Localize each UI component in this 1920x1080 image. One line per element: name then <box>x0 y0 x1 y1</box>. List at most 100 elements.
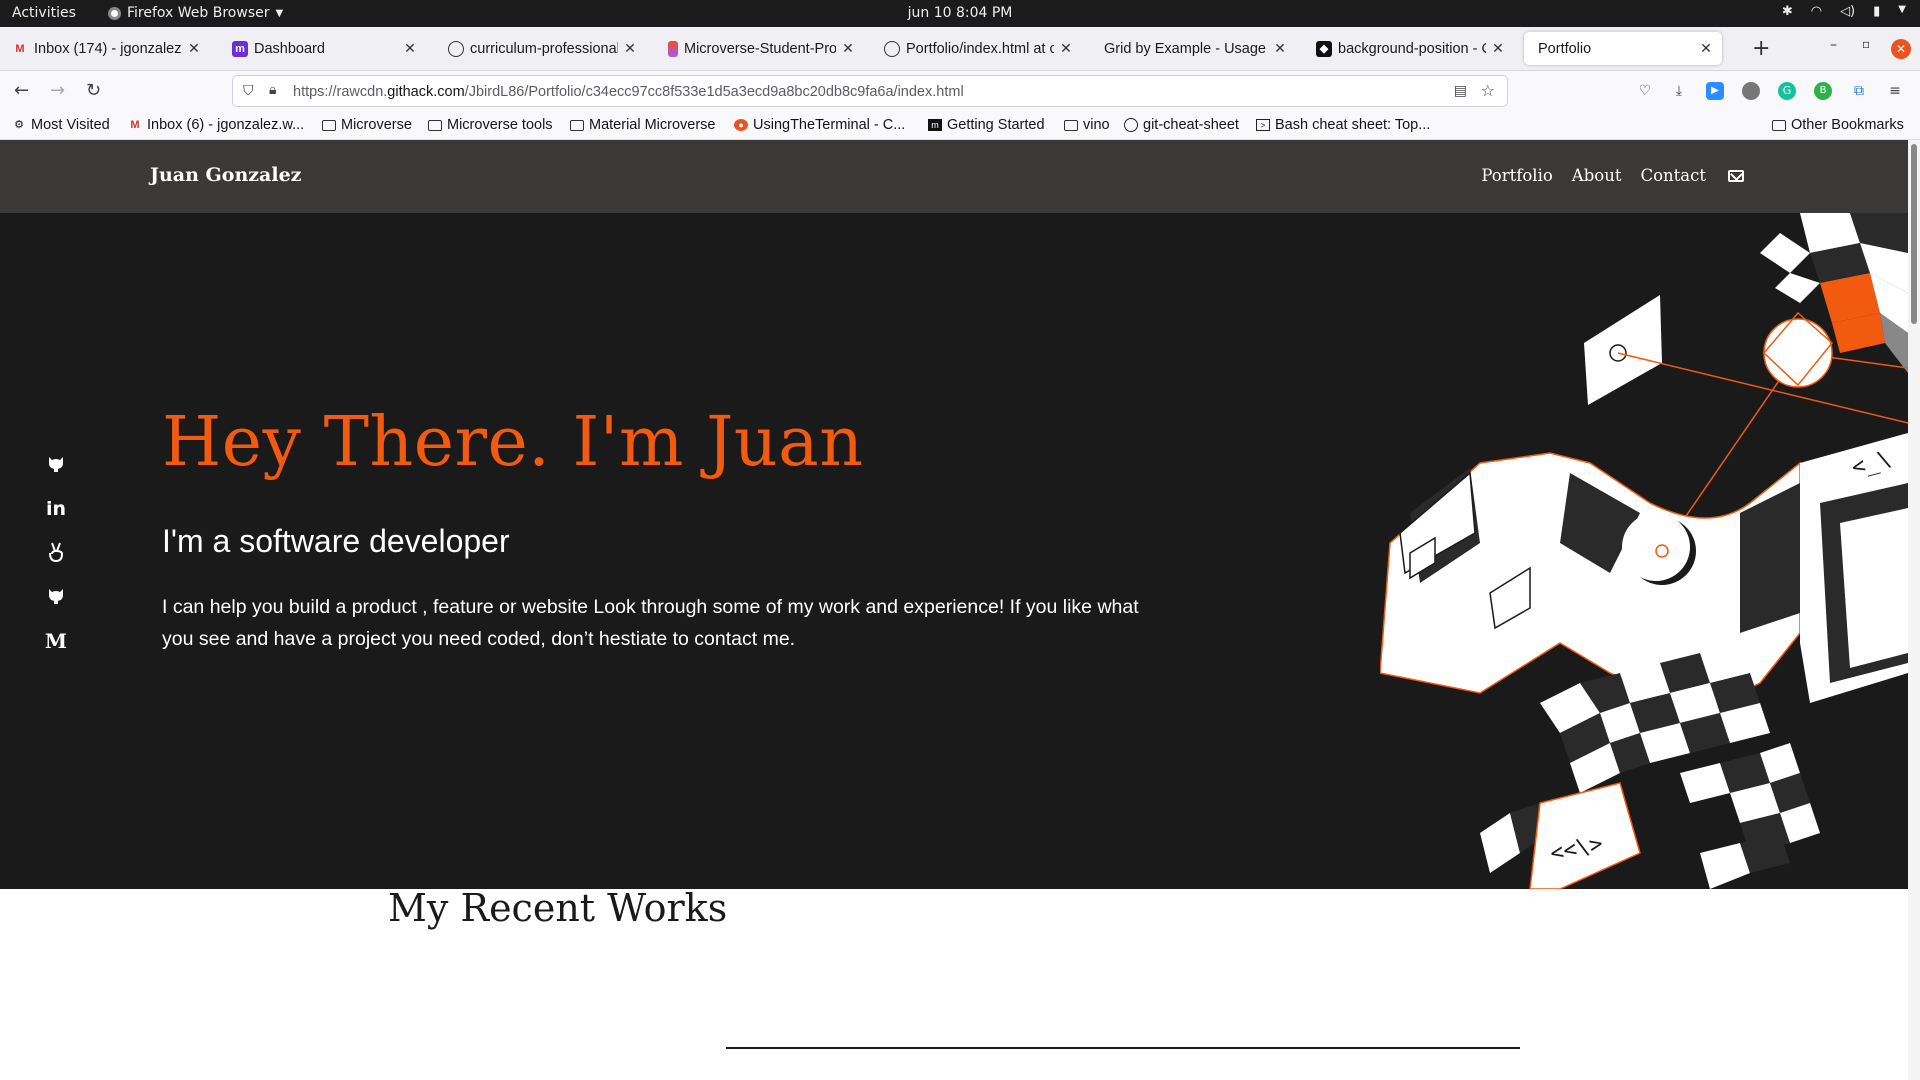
tab-grid-by-example[interactable]: Grid by Example - Usage ex ✕ <box>1090 32 1296 65</box>
navigation-toolbar: ← → ↻ ⛉ 🔒︎ https://rawcdn.githack.com/Jb… <box>0 71 1920 112</box>
mail-icon[interactable] <box>1728 169 1744 182</box>
system-top-bar: Activities Firefox Web Browser ▼ jun 10 … <box>0 0 1920 27</box>
extension-green-icon[interactable]: B <box>1814 82 1832 100</box>
bookmark-most-visited[interactable]: ⚙ Most Visited <box>12 117 110 133</box>
hero-illustration: <_\ <<\> <box>1380 213 1908 889</box>
bookmark-label: Most Visited <box>31 117 110 133</box>
tab-dashboard[interactable]: m Dashboard ✕ <box>224 32 426 65</box>
works-section-title: My Recent Works <box>388 886 727 930</box>
reader-view-icon[interactable]: ▤ <box>1454 83 1467 99</box>
tab-label: Grid by Example - Usage ex <box>1104 40 1268 57</box>
gmail-icon: M <box>15 42 25 55</box>
github-icon <box>448 40 464 57</box>
bookmarks-toolbar: ⚙ Most Visited M Inbox (6) - jgonzalez.w… <box>0 112 1920 140</box>
tab-microverse-student[interactable]: Microverse-Student-Pro ✕ <box>660 32 864 65</box>
lock-icon[interactable]: 🔒︎ <box>269 82 276 98</box>
bookmark-label: git-cheat-sheet <box>1143 117 1239 133</box>
terminal-icon: > <box>1256 119 1270 131</box>
extension-blue-icon[interactable]: ⧉ <box>1850 82 1868 100</box>
slack-icon[interactable]: ✱ <box>1782 4 1793 19</box>
angellist-icon[interactable] <box>44 541 68 565</box>
github-icon <box>884 40 900 57</box>
close-icon[interactable]: ✕ <box>186 40 202 57</box>
back-button[interactable]: ← <box>14 80 29 101</box>
bookmark-other-bookmarks[interactable]: Other Bookmarks <box>1772 117 1904 133</box>
chevron-down-icon[interactable]: ▼ <box>1898 4 1906 19</box>
bookmark-using-terminal[interactable]: ● UsingTheTerminal - C... <box>734 117 905 133</box>
bookmark-label: Inbox (6) - jgonzalez.w... <box>147 117 305 133</box>
menu-icon[interactable]: ≡ <box>1886 82 1904 100</box>
bookmark-label: Other Bookmarks <box>1791 117 1904 133</box>
bookmark-microverse-tools[interactable]: Microverse tools <box>428 117 553 133</box>
page-scrollbar[interactable] <box>1908 140 1920 1080</box>
battery-icon[interactable]: ▮ <box>1873 4 1880 19</box>
medium-icon[interactable]: M <box>44 629 68 653</box>
tab-label: curriculum-professional <box>470 40 618 57</box>
address-bar[interactable]: ⛉ 🔒︎ https://rawcdn.githack.com/JbirdL86… <box>232 75 1508 107</box>
bookmark-getting-started[interactable]: m Getting Started <box>928 117 1045 133</box>
download-icon[interactable]: ⤓ <box>1670 82 1688 100</box>
volume-icon[interactable]: ◁) <box>1840 4 1855 19</box>
wifi-icon[interactable]: ◠ <box>1811 4 1822 19</box>
hero-section: in M Hey There. I'm Juan I'm a software … <box>0 213 1908 889</box>
checker-pattern-bottom <box>1480 653 1820 889</box>
grammarly-icon[interactable]: G <box>1778 82 1796 100</box>
clock[interactable]: jun 10 8:04 PM <box>0 5 1920 21</box>
shield-icon[interactable]: ⛉ <box>243 83 254 99</box>
tab-background-position[interactable]: ◆ background-position - C ✕ <box>1308 32 1514 65</box>
tab-curriculum[interactable]: curriculum-professional ✕ <box>440 32 646 65</box>
bookmark-material-microverse[interactable]: Material Microverse <box>570 117 716 133</box>
close-icon[interactable]: ✕ <box>1698 40 1714 57</box>
bookmark-git-cheat-sheet[interactable]: git-cheat-sheet <box>1124 117 1239 133</box>
window-close-button[interactable]: ✕ <box>1891 39 1911 59</box>
forward-button[interactable]: → <box>50 80 65 101</box>
minimize-icon[interactable]: – <box>1830 37 1837 53</box>
nav-contact[interactable]: Contact <box>1640 166 1706 185</box>
star-icon[interactable]: ☆ <box>1481 81 1495 100</box>
url-text[interactable]: https://rawcdn.githack.com/JbirdL86/Port… <box>293 84 964 100</box>
nav-portfolio[interactable]: Portfolio <box>1481 166 1552 185</box>
bookmark-bash-cheat-sheet[interactable]: > Bash cheat sheet: Top... <box>1256 117 1430 133</box>
diamond-shape <box>1584 295 1662 405</box>
github-icon[interactable] <box>44 453 68 477</box>
new-tab-button[interactable]: + <box>1752 36 1770 61</box>
close-icon[interactable]: ✕ <box>840 40 856 57</box>
restore-icon[interactable]: ▫ <box>1862 37 1870 51</box>
scrollbar-thumb[interactable] <box>1911 144 1917 324</box>
folder-icon <box>1772 119 1786 131</box>
gear-icon: ⚙ <box>14 119 24 131</box>
ubuntu-icon: ● <box>734 119 748 131</box>
figma-icon <box>668 40 678 57</box>
close-icon[interactable]: ✕ <box>1272 40 1288 57</box>
folder-icon <box>322 119 336 131</box>
bookmark-vino[interactable]: vino <box>1064 117 1110 133</box>
tab-label: Portfolio <box>1538 40 1592 57</box>
hero-description: I can help you build a product , feature… <box>162 596 1139 650</box>
close-icon[interactable]: ✕ <box>622 40 638 57</box>
social-links: in M <box>44 453 68 673</box>
linkedin-icon[interactable]: in <box>44 497 68 521</box>
extension-icon[interactable] <box>1742 82 1760 100</box>
close-icon[interactable]: ✕ <box>1490 40 1506 57</box>
tab-inbox[interactable]: M Inbox (174) - jgonzalez.w ✕ <box>4 32 210 65</box>
tab-label: Microverse-Student-Pro <box>684 40 836 57</box>
close-icon[interactable]: ✕ <box>1058 40 1074 57</box>
tab-label: Inbox (174) - jgonzalez.w <box>34 40 182 57</box>
nav-about[interactable]: About <box>1572 166 1622 185</box>
tab-label: Portfolio/index.html at c <box>906 40 1054 57</box>
reload-button[interactable]: ↻ <box>86 80 101 101</box>
tab-strip: M Inbox (174) - jgonzalez.w ✕ m Dashboar… <box>0 27 1920 71</box>
system-tray[interactable]: ✱ ◠ ◁) ▮ ▼ <box>1782 4 1906 19</box>
codepen-icon: ◆ <box>1316 40 1332 57</box>
pocket-icon[interactable]: ♡ <box>1636 82 1654 100</box>
zoom-extension-icon[interactable]: ▶ <box>1706 82 1724 100</box>
bookmark-microverse[interactable]: Microverse <box>322 117 412 133</box>
tab-portfolio-active[interactable]: Portfolio ✕ <box>1524 32 1722 65</box>
site-nav: Portfolio About Contact <box>1481 166 1744 185</box>
tab-portfolio-github[interactable]: Portfolio/index.html at c ✕ <box>876 32 1082 65</box>
close-icon[interactable]: ✕ <box>402 40 418 57</box>
github-icon[interactable] <box>44 585 68 609</box>
site-brand[interactable]: Juan Gonzalez <box>150 164 301 186</box>
bookmark-label: Bash cheat sheet: Top... <box>1275 117 1431 133</box>
bookmark-inbox[interactable]: M Inbox (6) - jgonzalez.w... <box>128 117 304 133</box>
